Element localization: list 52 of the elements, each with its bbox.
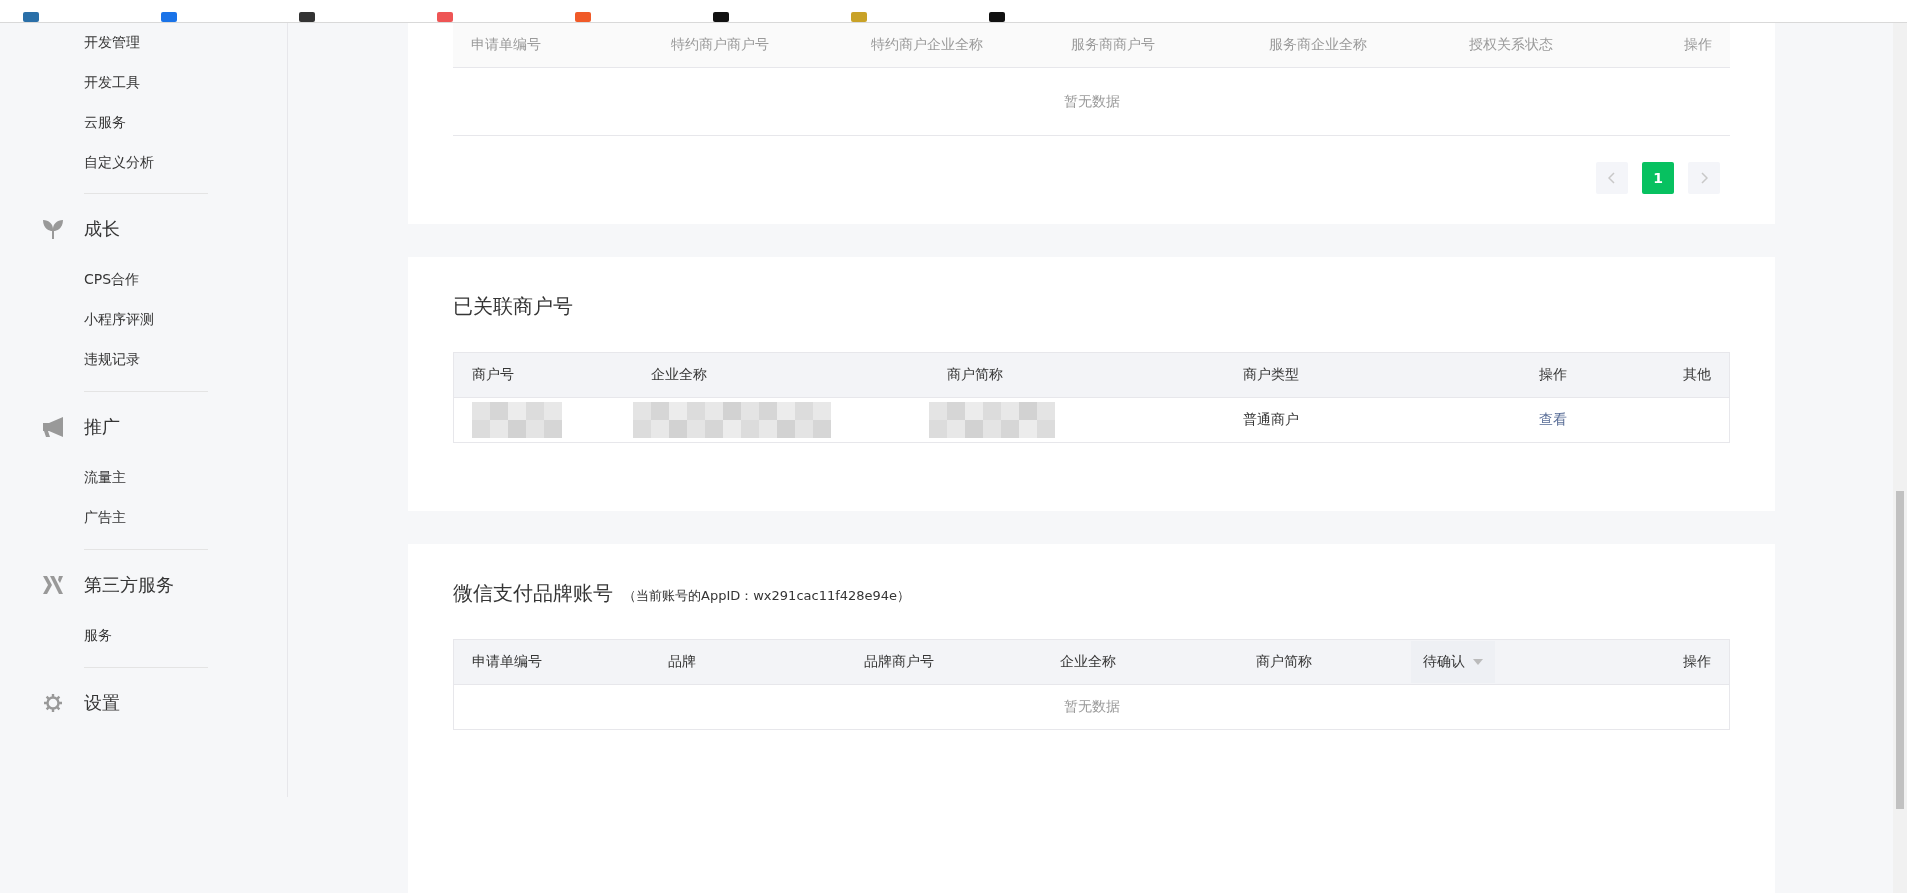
caret-icon xyxy=(1473,659,1483,665)
app-id-note: （当前账号的AppID：wx291cac11f428e94e） xyxy=(623,587,911,605)
section-title: 已关联商户号 xyxy=(453,293,573,320)
sidebar-item[interactable]: 小程序评测 xyxy=(0,300,287,340)
column-header: 操作 xyxy=(1538,366,1567,384)
column-header: 特约商户商户号 xyxy=(670,36,769,54)
sidebar-group-title[interactable]: 设置 xyxy=(84,691,120,715)
bookmark-icon[interactable] xyxy=(988,12,1006,22)
column-header: 服务商商户号 xyxy=(1070,36,1155,54)
empty-message: 暂无数据 xyxy=(1063,92,1120,111)
column-header: 特约商户企业全称 xyxy=(870,36,983,54)
sidebar-item[interactable]: 广告主 xyxy=(0,498,287,538)
chevron-right-icon xyxy=(1700,172,1708,184)
column-header: 其他 xyxy=(1683,366,1712,384)
sidebar-item[interactable]: 开发管理 xyxy=(0,23,287,63)
sprout-icon xyxy=(43,219,63,239)
column-header: 企业全称 xyxy=(1059,653,1116,671)
column-header: 商户号 xyxy=(471,366,514,384)
column-header: 商户简称 xyxy=(946,366,1003,384)
sidebar-item[interactable]: CPS合作 xyxy=(0,260,287,300)
status-filter-dropdown[interactable]: 待确认 xyxy=(1411,641,1495,683)
column-header: 品牌商户号 xyxy=(863,653,934,671)
column-header: 申请单编号 xyxy=(470,36,541,54)
sidebar-group-title[interactable]: 成长 xyxy=(84,217,120,241)
sidebar-item[interactable]: 开发工具 xyxy=(0,63,287,103)
empty-message: 暂无数据 xyxy=(1063,698,1120,716)
column-header: 服务商企业全称 xyxy=(1268,36,1367,54)
bookmark-icon[interactable] xyxy=(712,12,730,22)
sidebar-item[interactable]: 云服务 xyxy=(0,103,287,143)
sidebar-item[interactable]: 服务 xyxy=(0,616,287,656)
sidebar-group-title[interactable]: 推广 xyxy=(84,415,120,439)
scrollbar[interactable] xyxy=(1893,23,1907,893)
column-header: 商户类型 xyxy=(1242,366,1299,384)
sidebar-group-title[interactable]: 第三方服务 xyxy=(84,573,174,597)
column-header: 企业全称 xyxy=(650,366,707,384)
settings-icon xyxy=(43,693,63,713)
column-header: 品牌 xyxy=(667,653,696,671)
column-header: 授权关系状态 xyxy=(1468,36,1553,54)
table-cell-text: 普通商户 xyxy=(1242,411,1300,429)
logo-icon xyxy=(43,575,63,595)
sidebar-item[interactable]: 自定义分析 xyxy=(0,143,287,183)
section-title: 微信支付品牌账号 xyxy=(453,580,613,607)
sidebar-item[interactable]: 违规记录 xyxy=(0,340,287,380)
megaphone-icon xyxy=(43,417,63,437)
sidebar-item[interactable]: 流量主 xyxy=(0,458,287,498)
view-link[interactable]: 查看 xyxy=(1539,411,1567,429)
column-header: 操作 xyxy=(1684,36,1713,54)
column-header: 操作 xyxy=(1683,653,1712,671)
column-header: 商户简称 xyxy=(1255,653,1312,671)
bookmark-icon[interactable] xyxy=(298,12,316,22)
column-header: 申请单编号 xyxy=(471,653,542,671)
chevron-left-icon xyxy=(1608,172,1616,184)
